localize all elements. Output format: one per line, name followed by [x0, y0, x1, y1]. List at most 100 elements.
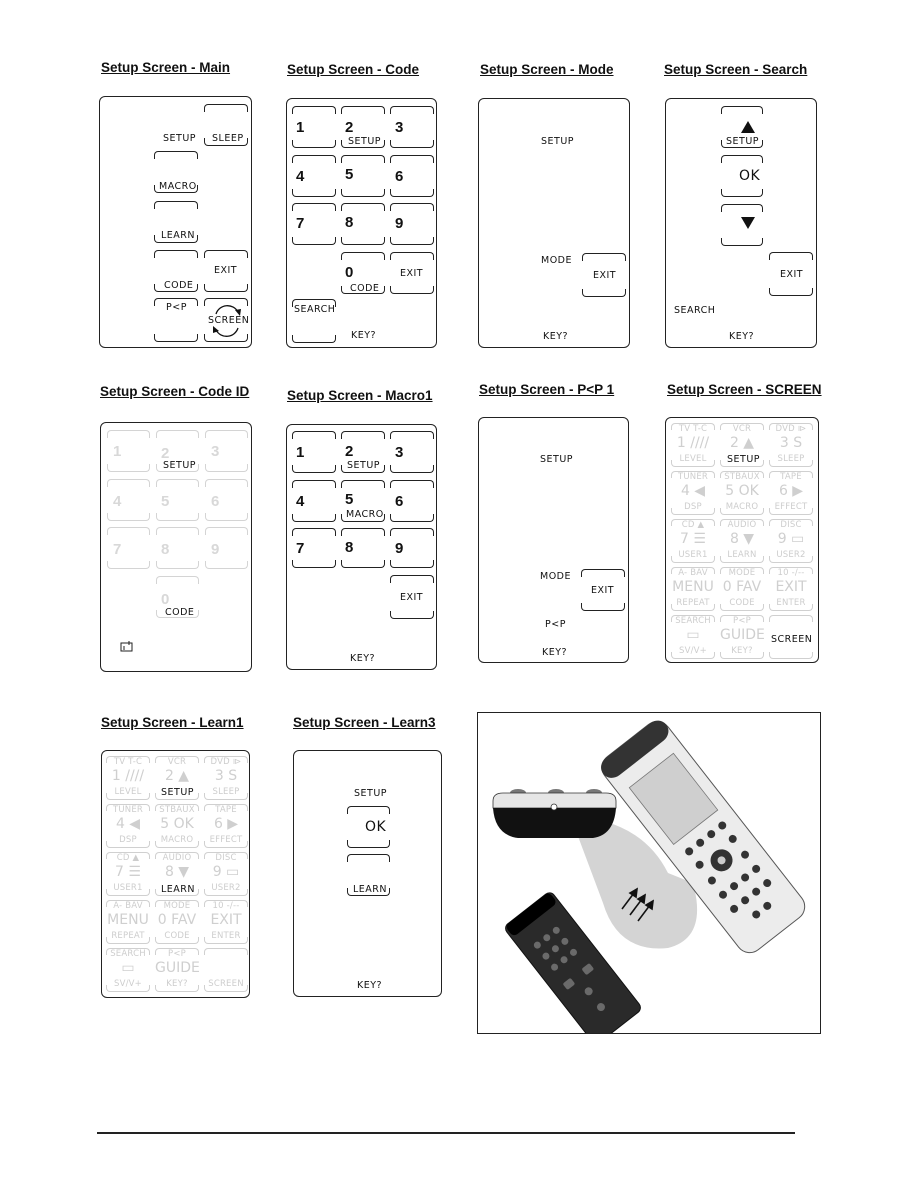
digit-6: 6 [395, 493, 404, 510]
digit-4: 4 [296, 493, 305, 510]
faded-grid-key[interactable]: STBAUX 5 OK MACRO [720, 471, 764, 515]
faded-key-main-label: EXIT [775, 579, 807, 595]
faded-grid-key[interactable]: DVD ⧐ 3 S SLEEP [769, 423, 813, 467]
faded-grid-key[interactable]: 10 -/-- EXIT ENTER [769, 567, 813, 611]
faded-key-top-label: CD ▲ [116, 853, 140, 863]
faded-key-bottom-label: REPEAT [111, 931, 145, 941]
faded-key-bottom-label: USER1 [678, 550, 708, 560]
title-code: Setup Screen - Code [287, 62, 420, 77]
faded-key-top-label: DVD ⧐ [210, 757, 242, 767]
faded-key-bottom-label: SLEEP [777, 454, 805, 464]
faded-grid-key[interactable]: P<P GUIDE KEY? [155, 948, 200, 992]
faded-key-main-label: MENU [107, 912, 149, 928]
faded-grid-key[interactable]: A- BAV MENU REPEAT [106, 900, 150, 944]
faded-key-top-label: DISC [215, 853, 237, 863]
faded-grid-key[interactable]: MODE 0 FAV CODE [720, 567, 764, 611]
digit-4: 4 [296, 168, 305, 185]
pp-label: P<P [545, 619, 566, 630]
digit-0: 0 [161, 591, 170, 608]
digit-5: 5 [345, 166, 354, 183]
digit-7: 7 [296, 540, 305, 557]
screen-highlight-label: SCREEN [771, 634, 813, 645]
faded-key-top-label: P<P [733, 616, 751, 626]
footer-rule [97, 1132, 795, 1134]
faded-grid-key[interactable]: P<P GUIDE KEY? [720, 615, 765, 659]
faded-grid-key[interactable]: SEARCH ▭ SV/V+ [106, 948, 150, 992]
faded-key-main-label: EXIT [210, 912, 242, 928]
faded-key-bottom-label: EFFECT [774, 502, 808, 512]
faded-key-bottom-label: DSP [119, 835, 137, 845]
faded-key-bottom-label: SCREEN [208, 979, 244, 989]
faded-key-main-label: 8 ▼ [729, 531, 755, 547]
faded-grid-key[interactable]: CD ▲ 7 ☰ USER1 [671, 519, 715, 563]
setup-label: SETUP [726, 136, 760, 147]
faded-key-top-label: SEARCH [675, 616, 711, 626]
mode-label: MODE [540, 571, 571, 582]
panel-pp1: SETUP MODE EXIT P<P KEY? [478, 417, 629, 663]
faded-grid-key[interactable]: TAPE 6 ▶ EFFECT [769, 471, 813, 515]
exit-label: EXIT [591, 585, 615, 596]
title-learn3: Setup Screen - Learn3 [293, 715, 436, 730]
faded-key-bottom-label: ENTER [776, 598, 806, 608]
title-search: Setup Screen - Search [664, 62, 808, 77]
mode-label: MODE [541, 255, 572, 266]
digit-1: 1 [296, 444, 305, 461]
faded-key-main-label: 4 ◀ [680, 483, 706, 499]
down-triangle-icon [741, 217, 755, 229]
faded-key-bottom-label: REPEAT [676, 598, 710, 608]
setup-label: SETUP [163, 133, 197, 144]
faded-grid-key[interactable]: DISC 9 ▭ USER2 [204, 852, 248, 896]
faded-grid-key[interactable]: SEARCH ▭ SV/V+ [671, 615, 715, 659]
digit-9: 9 [395, 540, 404, 557]
faded-grid-key[interactable]: 10 -/-- EXIT ENTER [204, 900, 248, 944]
faded-grid-key[interactable]: MODE 0 FAV CODE [155, 900, 199, 944]
faded-key-main-label: 5 OK [725, 483, 759, 499]
faded-key-bottom-label: KEY? [166, 979, 188, 989]
digit-8: 8 [345, 214, 354, 231]
panel-mode: SETUP MODE EXIT KEY? [478, 98, 630, 348]
faded-grid-key[interactable]: AUDIO 8 ▼ LEARN [720, 519, 764, 563]
faded-key-bottom-label: CODE [729, 598, 755, 608]
digit-6: 6 [211, 493, 220, 510]
panel-macro1: 1 2 SETUP 3 4 5 MACRO 6 7 8 9 EXIT KEY? [286, 424, 437, 670]
panel-code: 1 2 SETUP 3 4 5 6 7 8 9 0 CODE EXIT SEAR… [286, 98, 437, 348]
digit-0: 0 [345, 264, 354, 281]
faded-key-top-label: TAPE [780, 472, 802, 482]
code-label: CODE [350, 283, 380, 294]
faded-key-main-label: 4 ◀ [115, 816, 141, 832]
faded-key-top-label: TUNER [112, 805, 144, 815]
panel-main: SETUP SLEEP MACRO LEARN CODE EXIT P<P SC… [99, 96, 252, 348]
panel-learn1: TV T-C 1 //// LEVEL VCR 2 ▲ DVD ⧐ 3 S SLEEP TUNE… [101, 750, 250, 998]
faded-key-bottom-label: KEY? [731, 646, 753, 656]
faded-grid-key[interactable]: DISC 9 ▭ USER2 [769, 519, 813, 563]
setup-label: SETUP [163, 460, 197, 471]
faded-key-top-label: SEARCH [110, 949, 146, 959]
faded-grid-key[interactable]: A- BAV MENU REPEAT [671, 567, 715, 611]
digit-8: 8 [161, 541, 170, 558]
faded-key-bottom-label: CODE [164, 931, 190, 941]
faded-key-main-label: ▭ [686, 627, 700, 643]
faded-grid-key[interactable]: DVD ⧐ 3 S SLEEP [204, 756, 248, 800]
title-main: Setup Screen - Main [101, 60, 231, 75]
faded-key-bottom-label: DSP [684, 502, 702, 512]
faded-key-main-label: 0 FAV [722, 579, 762, 595]
faded-key-main-label: 3 S [214, 768, 238, 784]
faded-grid-key[interactable]: TV T-C 1 //// LEVEL [106, 756, 150, 800]
faded-grid-key[interactable]: TV T-C 1 //// LEVEL [671, 423, 715, 467]
key-query-label: KEY? [357, 980, 383, 991]
faded-key-top-label: MODE [163, 901, 191, 911]
faded-grid-key[interactable]: CD ▲ 7 ☰ USER1 [106, 852, 150, 896]
ok-label: OK [365, 819, 387, 835]
faded-grid-key[interactable]: STBAUX 5 OK MACRO [155, 804, 199, 848]
faded-grid-key[interactable]: TUNER 4 ◀ DSP [106, 804, 150, 848]
panel-screen: TV T-C 1 //// LEVEL VCR 2 ▲ DVD ⧐ 3 S SLEEP TUNE… [665, 417, 819, 663]
setup-label: SETUP [540, 454, 574, 465]
faded-key-bottom-label: SV/V+ [678, 646, 707, 656]
faded-grid-key[interactable]: SCREEN [204, 948, 248, 992]
title-macro1: Setup Screen - Macro1 [287, 388, 433, 403]
faded-key-bottom-label: MACRO [160, 835, 194, 845]
faded-grid-key[interactable]: TUNER 4 ◀ DSP [671, 471, 715, 515]
sleep-label: SLEEP [212, 133, 244, 144]
faded-grid-key[interactable]: TAPE 6 ▶ EFFECT [204, 804, 248, 848]
remote-illustration-svg [492, 720, 806, 1044]
